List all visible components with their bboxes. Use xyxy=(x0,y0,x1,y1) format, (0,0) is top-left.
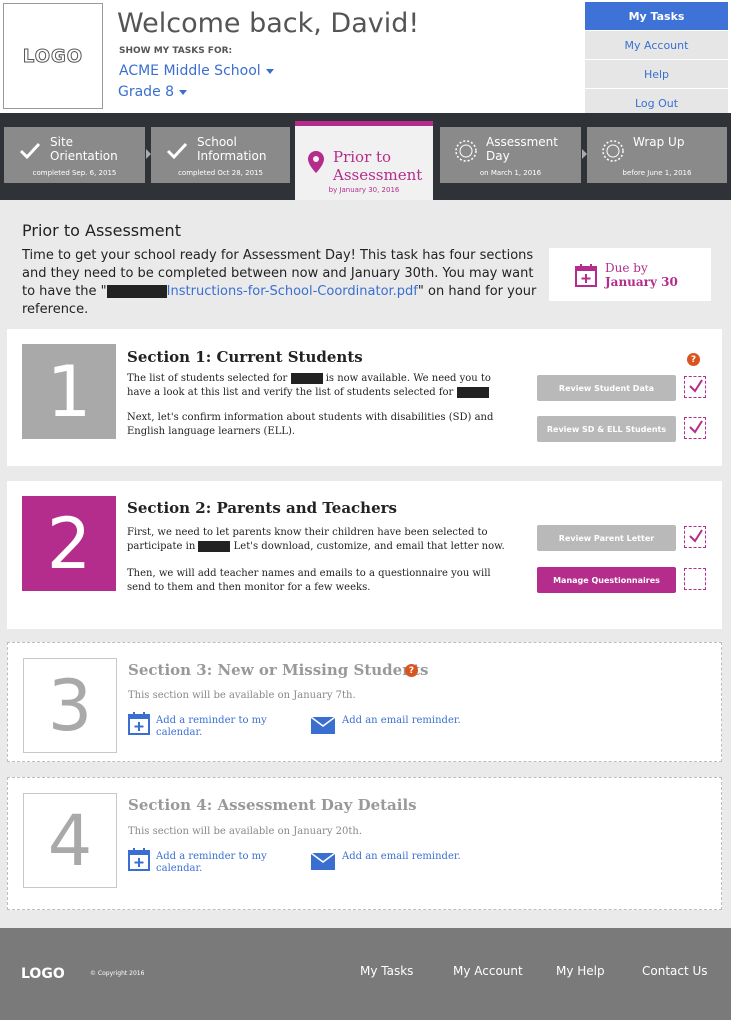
footer-link-my-help[interactable]: My Help xyxy=(556,964,605,978)
step-title: Assessment xyxy=(486,135,558,149)
section-number: 1 xyxy=(22,344,116,439)
step-wrap-up[interactable]: Wrap Up before June 1, 2016 xyxy=(587,127,727,183)
section-title: Section 3: New or Missing Students xyxy=(128,661,429,679)
review-parent-letter-button[interactable]: Review Parent Letter xyxy=(537,525,676,551)
nav-help[interactable]: Help xyxy=(585,60,728,88)
checkmark-icon xyxy=(689,379,703,393)
pending-circle-icon xyxy=(602,140,624,162)
step-assessment-day[interactable]: Assessment Day on March 1, 2016 xyxy=(440,127,581,183)
due-label: Due by xyxy=(605,260,648,275)
section-number: 3 xyxy=(23,658,117,753)
header: LOGO Welcome back, David! SHOW MY TASKS … xyxy=(0,0,731,117)
email-icon[interactable] xyxy=(311,717,335,734)
copyright: © Copyright 2016 xyxy=(90,970,145,977)
section-2: 2 Section 2: Parents and Teachers First,… xyxy=(7,481,722,629)
review-student-data-button[interactable]: Review Student Data xyxy=(537,375,676,401)
section-title: Section 4: Assessment Day Details xyxy=(128,796,417,814)
help-icon[interactable]: ? xyxy=(687,353,700,366)
text: The list of students selected for xyxy=(127,373,288,384)
grade-dropdown[interactable]: Grade 8 xyxy=(118,84,188,100)
section-description: First, we need to let parents know their… xyxy=(127,526,517,554)
show-tasks-label: SHOW MY TASKS FOR: xyxy=(119,46,233,56)
calendar-add-icon[interactable] xyxy=(128,847,150,871)
progress-steps: Site Orientation completed Sep. 6, 2015 S… xyxy=(0,113,731,200)
section-1: 1 Section 1: Current Students The list o… xyxy=(7,329,722,466)
email-reminder-link[interactable]: Add an email reminder. xyxy=(342,851,461,863)
checkmark-icon xyxy=(166,142,188,160)
footer-link-my-account[interactable]: My Account xyxy=(453,964,523,978)
section-checkbox[interactable] xyxy=(684,376,706,398)
map-pin-icon xyxy=(308,151,324,173)
logo: LOGO xyxy=(3,3,103,109)
checkmark-icon xyxy=(689,420,703,434)
footer-link-contact-us[interactable]: Contact Us xyxy=(642,964,708,978)
step-title: Day xyxy=(486,149,510,163)
section-checkbox[interactable] xyxy=(684,568,706,590)
school-dropdown-label: ACME Middle School xyxy=(119,63,261,79)
calendar-icon xyxy=(575,263,597,287)
redacted-block xyxy=(198,541,231,552)
manage-questionnaires-button[interactable]: Manage Questionnaires xyxy=(537,567,676,593)
top-nav: My Tasks My Account Help Log Out xyxy=(585,2,728,118)
section-availability: This section will be available on Januar… xyxy=(128,826,363,837)
section-description: The list of students selected for is now… xyxy=(127,372,517,400)
footer: LOGO © Copyright 2016 My Tasks My Accoun… xyxy=(0,928,731,1020)
section-3: 3 Section 3: New or Missing Students ? T… xyxy=(7,642,722,762)
checkmark-icon xyxy=(19,142,41,160)
chevron-down-icon xyxy=(179,89,188,95)
step-title: Assessment xyxy=(333,166,423,184)
step-prior-to-assessment[interactable]: Prior to Assessment by January 30, 2016 xyxy=(295,121,433,200)
section-number: 4 xyxy=(23,793,117,888)
instructions-file-link[interactable]: Instructions-for-School-Coordinator.pdf xyxy=(167,284,418,299)
step-title: Prior to xyxy=(333,148,392,166)
welcome-heading: Welcome back, David! xyxy=(117,8,420,39)
intro-text: Time to get your school ready for Assess… xyxy=(22,247,542,319)
main-content: Prior to Assessment Time to get your sch… xyxy=(0,200,731,928)
redacted-block xyxy=(106,285,167,298)
nav-my-tasks[interactable]: My Tasks xyxy=(585,2,728,30)
page-title: Prior to Assessment xyxy=(22,221,181,240)
email-icon[interactable] xyxy=(311,853,335,870)
school-dropdown[interactable]: ACME Middle School xyxy=(119,63,274,79)
step-title: Information xyxy=(197,149,267,163)
step-date: by January 30, 2016 xyxy=(328,186,400,194)
step-site-orientation[interactable]: Site Orientation completed Sep. 6, 2015 xyxy=(4,127,145,183)
review-sd-ell-button[interactable]: Review SD & ELL Students xyxy=(537,416,676,442)
step-school-information[interactable]: School Information completed Oct 28, 2015 xyxy=(151,127,290,183)
section-checkbox[interactable] xyxy=(684,526,706,548)
nav-my-account[interactable]: My Account xyxy=(585,31,728,59)
step-title: Wrap Up xyxy=(633,135,685,149)
step-date: completed Sep. 6, 2015 xyxy=(32,169,117,177)
section-description: Then, we will add teacher names and emai… xyxy=(127,568,491,593)
step-title: Site xyxy=(50,135,74,149)
section-availability: This section will be available on Januar… xyxy=(128,690,356,701)
step-date: before June 1, 2016 xyxy=(622,169,692,177)
pending-circle-icon xyxy=(455,140,477,162)
section-title: Section 1: Current Students xyxy=(127,348,363,366)
section-checkbox[interactable] xyxy=(684,417,706,439)
email-reminder-link[interactable]: Add an email reminder. xyxy=(342,715,461,727)
calendar-reminder-link[interactable]: Add a reminder to my calendar. xyxy=(156,715,276,739)
checkmark-icon xyxy=(689,529,703,543)
step-date: on March 1, 2016 xyxy=(479,169,542,177)
grade-dropdown-label: Grade 8 xyxy=(118,84,175,100)
help-icon[interactable]: ? xyxy=(405,664,418,677)
footer-link-my-tasks[interactable]: My Tasks xyxy=(360,964,413,978)
step-title: Orientation xyxy=(50,149,118,163)
calendar-add-icon[interactable] xyxy=(128,711,150,735)
text: Let's download, customize, and email tha… xyxy=(233,541,505,552)
section-title: Section 2: Parents and Teachers xyxy=(127,499,397,517)
calendar-reminder-link[interactable]: Add a reminder to my calendar. xyxy=(156,851,276,875)
step-date: completed Oct 28, 2015 xyxy=(178,169,263,177)
section-description: Next, let's confirm information about st… xyxy=(127,412,494,437)
due-date-box: Due by January 30 xyxy=(549,248,711,301)
redacted-block xyxy=(456,387,489,398)
step-title: School xyxy=(197,135,237,149)
section-4: 4 Section 4: Assessment Day Details This… xyxy=(7,777,722,910)
footer-logo: LOGO xyxy=(21,966,65,982)
due-date: January 30 xyxy=(605,274,678,289)
section-number: 2 xyxy=(22,496,116,591)
redacted-block xyxy=(290,373,323,384)
chevron-down-icon xyxy=(265,68,274,74)
